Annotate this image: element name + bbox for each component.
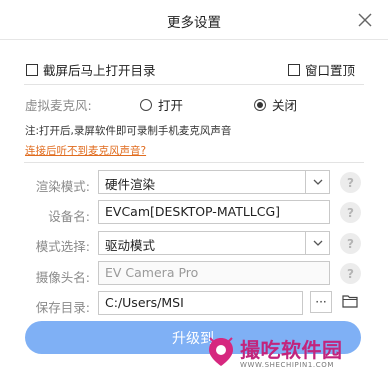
checkbox-box[interactable] (288, 63, 300, 76)
dialog-title: 更多设置 (167, 15, 221, 31)
render-mode-value: 硬件渲染 (105, 177, 156, 192)
chevron-down-icon[interactable] (305, 171, 329, 193)
mode-select-dropdown[interactable]: 驱动模式 (98, 231, 330, 255)
settings-dialog: 更多设置 截屏后马上打开目录 窗口置顶 虚拟麦克风: 打开 关闭 注:打开后,录… (0, 0, 388, 378)
device-name-value: EVCam[DESKTOP-MATLLCG] (105, 204, 281, 219)
device-name-input[interactable]: EVCam[DESKTOP-MATLLCG] (98, 200, 330, 224)
browse-button[interactable]: ··· (310, 291, 332, 313)
camera-name-input: EV Camera Pro (98, 261, 330, 285)
save-dir-input[interactable]: C:/Users/MSI (98, 291, 303, 315)
save-dir-label: 保存目录: (35, 300, 90, 315)
radio-circle-selected[interactable] (254, 98, 266, 111)
chevron-down-icon[interactable] (305, 232, 329, 254)
mode-select-value: 驱动模式 (105, 238, 156, 253)
title-bar: 更多设置 (0, 0, 388, 40)
mode-select-label: 模式选择: (35, 239, 90, 254)
mic-off-label: 关闭 (272, 98, 298, 113)
folder-icon[interactable] (342, 294, 358, 308)
help-icon[interactable]: ? (340, 263, 361, 284)
help-icon[interactable]: ? (340, 233, 361, 254)
save-dir-value: C:/Users/MSI (105, 295, 184, 310)
render-mode-select[interactable]: 硬件渲染 (98, 170, 330, 194)
render-mode-label: 渲染模式: (35, 179, 90, 194)
open-dir-label: 截屏后马上打开目录 (43, 63, 156, 78)
camera-name-value: EV Camera Pro (105, 265, 199, 280)
virtual-mic-label: 虚拟麦克风: (25, 98, 92, 113)
watermark-url: WWW.SHECHIPIN1.COM (240, 361, 334, 369)
divider (24, 162, 364, 163)
mic-help-link[interactable]: 连接后听不到麦克风声音? (25, 143, 146, 158)
open-dir-checkbox[interactable]: 截屏后马上打开目录 (26, 60, 156, 79)
watermark: 撮吃软件园 WWW.SHECHIPIN1.COM (200, 332, 388, 378)
radio-circle[interactable] (140, 98, 152, 111)
mic-note: 注:打开后,录屏软件即可录制手机麦克风声音 (25, 125, 232, 137)
divider (24, 84, 364, 85)
mic-off-radio[interactable]: 关闭 (254, 95, 297, 114)
watermark-logo-icon (209, 337, 233, 366)
help-icon[interactable]: ? (340, 172, 361, 193)
mic-on-label: 打开 (158, 98, 184, 113)
mic-on-radio[interactable]: 打开 (140, 95, 183, 114)
checkbox-box[interactable] (26, 63, 38, 76)
camera-name-label: 摄像头名: (35, 270, 90, 285)
window-on-top-checkbox[interactable]: 窗口置顶 (288, 60, 355, 79)
help-icon[interactable]: ? (340, 202, 361, 223)
close-icon[interactable] (356, 11, 374, 29)
window-on-top-label: 窗口置顶 (305, 63, 356, 78)
watermark-text: 撮吃软件园 (240, 338, 343, 362)
device-name-label: 设备名: (48, 209, 90, 224)
